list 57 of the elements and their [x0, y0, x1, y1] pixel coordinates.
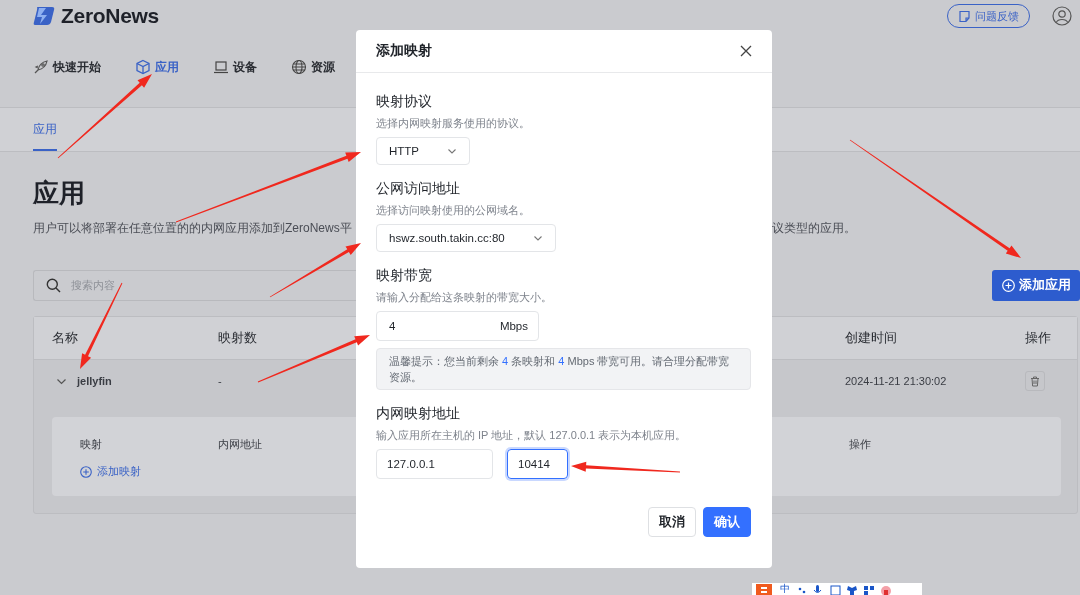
note-icon	[958, 9, 971, 23]
dialog-title: 添加映射	[376, 42, 432, 60]
trash-icon	[1030, 375, 1040, 387]
column-header: 映射数	[218, 329, 257, 347]
field-label: 映射带宽	[376, 267, 433, 285]
cancel-button[interactable]: 取消	[648, 507, 696, 537]
column-header: 创建时间	[845, 329, 897, 347]
field-label: 内网映射地址	[376, 405, 461, 423]
input-field[interactable]: 10414	[507, 449, 568, 479]
description-text: 议类型的应用。	[772, 220, 856, 237]
cube-icon	[135, 59, 151, 75]
column-header: 映射	[80, 438, 102, 452]
table-cell: jellyfin	[77, 375, 112, 387]
dropdown[interactable]: HTTP	[376, 137, 471, 165]
avatar-icon[interactable]	[1052, 6, 1072, 26]
nav-tab[interactable]: 资源	[291, 56, 335, 78]
column-header: 名称	[52, 329, 78, 347]
column-header: 操作	[1025, 329, 1051, 347]
hint-text: 请输入分配给这条映射的带宽大小。	[376, 290, 553, 305]
hint-text: 选择内网映射服务使用的协议。	[376, 116, 531, 131]
delete-button[interactable]	[1025, 371, 1045, 391]
description-text: 用户可以将部署在任意位置的的内网应用添加到ZeroNews平	[33, 220, 353, 237]
nav-tab[interactable]: 快速开始	[33, 56, 101, 78]
column-header: 操作	[849, 438, 871, 452]
dropdown[interactable]: hswz.south.takin.cc:80	[376, 224, 556, 252]
field-label: 公网访问地址	[376, 180, 461, 198]
add-mapping-link[interactable]: 添加映射	[80, 465, 141, 479]
nav-tab[interactable]: 应用	[135, 56, 179, 78]
sub-tab[interactable]: 应用	[33, 108, 57, 151]
confirm-button[interactable]: 确认	[703, 507, 751, 537]
rocket-icon	[33, 59, 49, 75]
ime-toolbar[interactable]: 中	[752, 583, 922, 595]
app-logo-icon	[754, 583, 774, 595]
input-field[interactable]: 127.0.0.1	[376, 449, 493, 479]
search-icon	[46, 278, 61, 293]
field-label: 映射协议	[376, 93, 433, 111]
tip-text: 温馨提示：您当前剩余 4 条映射和 4 Mbps 带宽可用。请合理分配带宽资源。	[376, 348, 751, 390]
plus-circle-icon	[1001, 279, 1015, 292]
laptop-icon	[213, 59, 229, 75]
page-title: 应用	[33, 177, 85, 210]
input-mode-label[interactable]: 中	[780, 583, 790, 595]
add-app-button[interactable]: 添加应用	[992, 270, 1080, 301]
column-header: 内网地址	[218, 438, 262, 452]
chevron-icon	[447, 146, 458, 156]
hint-text: 输入应用所在主机的 IP 地址，默认 127.0.0.1 表示为本机应用。	[376, 428, 688, 443]
chevron-icon	[532, 233, 543, 243]
logo-icon	[33, 6, 56, 26]
globe-icon	[291, 59, 307, 75]
close-icon[interactable]	[740, 45, 752, 57]
input-field[interactable]: 4 Mbps	[376, 311, 539, 341]
table-cell: 2024-11-21 21:30:02	[845, 375, 947, 387]
table-cell: -	[218, 375, 222, 387]
unit-label: Mbps	[499, 320, 528, 332]
hint-text: 选择访问映射使用的公网域名。	[376, 203, 531, 218]
logo-text: ZeroNews	[61, 4, 159, 28]
plus-circle-icon	[80, 466, 92, 478]
nav-tab[interactable]: 设备	[213, 56, 257, 78]
